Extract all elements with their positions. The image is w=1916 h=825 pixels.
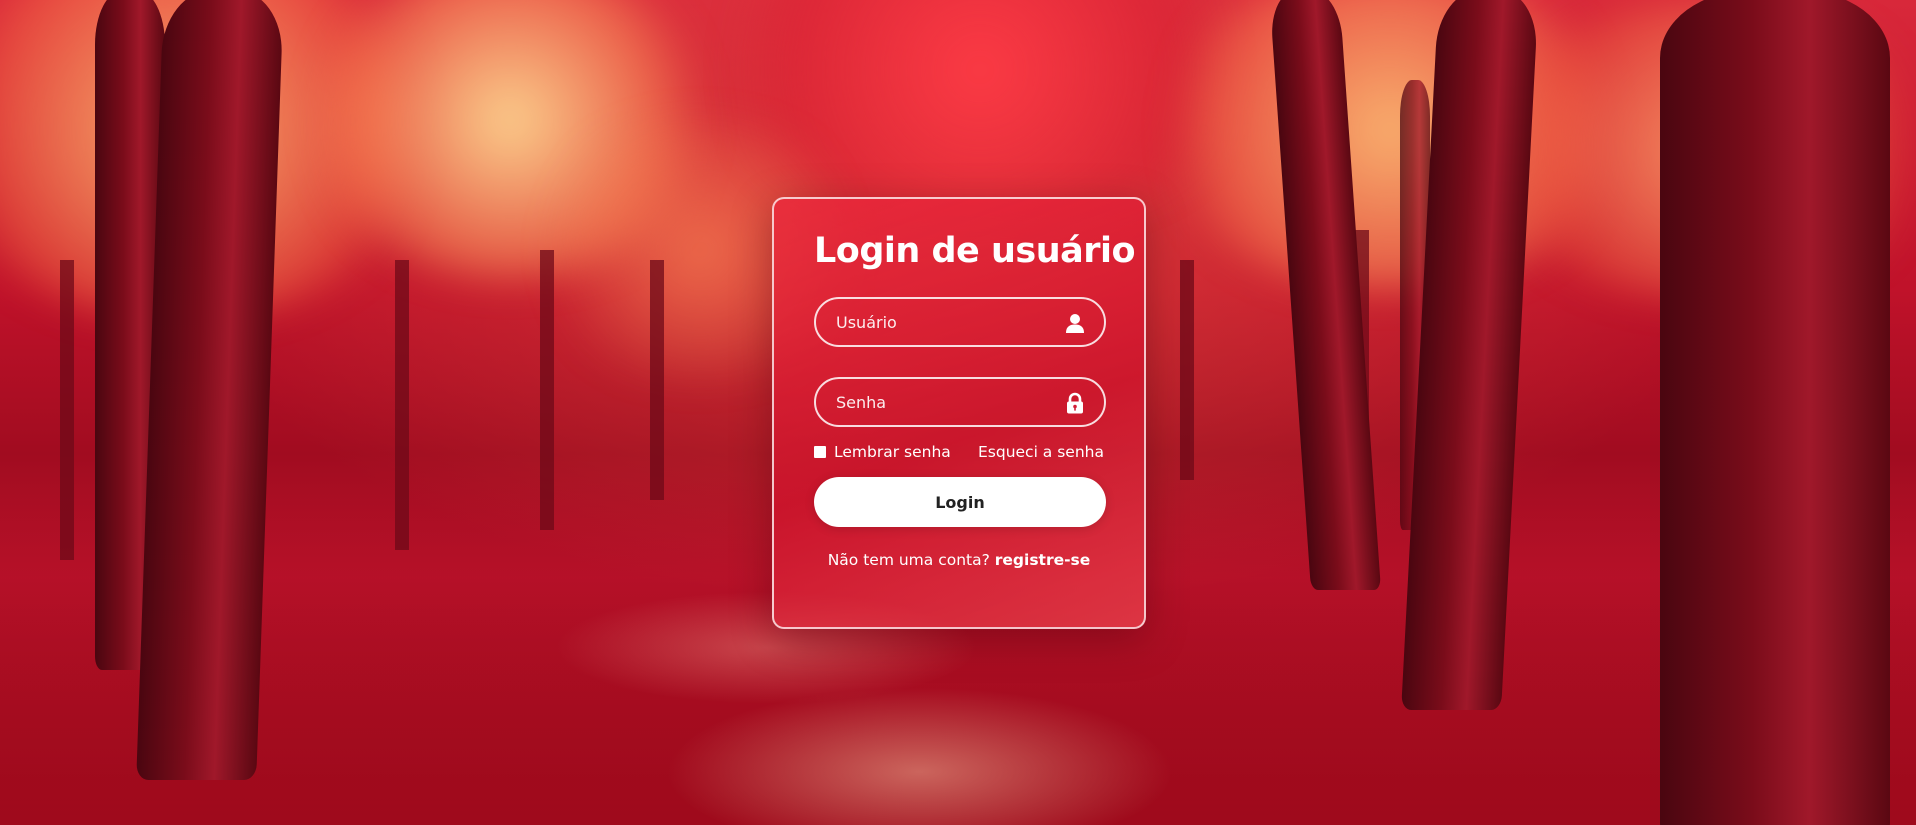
distant-tree-trunk xyxy=(60,260,74,560)
remember-me[interactable]: Lembrar senha xyxy=(814,443,951,461)
username-input[interactable] xyxy=(816,299,1104,345)
distant-tree-trunk xyxy=(540,250,554,530)
lock-icon xyxy=(1064,392,1086,414)
user-icon xyxy=(1064,312,1086,334)
tree-trunk xyxy=(1660,0,1890,825)
forgot-password-link[interactable]: Esqueci a senha xyxy=(978,443,1104,461)
register-prompt: Não tem uma conta? registre-se xyxy=(814,551,1104,569)
login-card: Login de usuário Lembrar senha Esqueci a… xyxy=(772,197,1146,629)
distant-tree-trunk xyxy=(1180,260,1194,480)
register-prompt-text: Não tem uma conta? xyxy=(827,551,990,569)
username-field-wrapper xyxy=(814,297,1106,347)
password-input[interactable] xyxy=(816,379,1104,425)
distant-tree-trunk xyxy=(650,260,664,500)
login-options: Lembrar senha Esqueci a senha xyxy=(814,443,1104,461)
distant-tree-trunk xyxy=(395,260,409,550)
password-field-wrapper xyxy=(814,377,1106,427)
register-link[interactable]: registre-se xyxy=(995,551,1091,569)
remember-checkbox[interactable] xyxy=(814,446,826,458)
login-title: Login de usuário xyxy=(814,231,1136,271)
login-button[interactable]: Login xyxy=(814,477,1106,527)
remember-label: Lembrar senha xyxy=(834,443,951,461)
